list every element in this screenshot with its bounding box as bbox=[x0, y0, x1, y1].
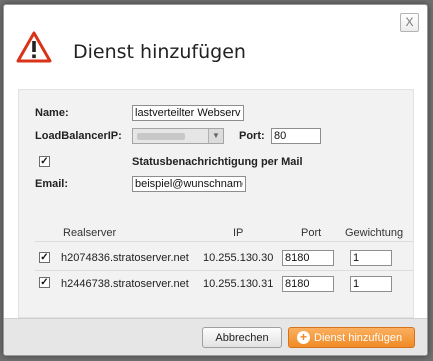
loadbalancer-ip-label: LoadBalancerIP: bbox=[35, 130, 122, 142]
name-input[interactable] bbox=[132, 105, 244, 121]
add-service-button[interactable]: + Dienst hinzufügen bbox=[288, 327, 415, 348]
server-ip: 10.255.130.30 bbox=[203, 252, 274, 264]
name-label: Name: bbox=[35, 107, 69, 119]
close-button[interactable]: X bbox=[400, 13, 419, 32]
loadbalancer-ip-value bbox=[137, 133, 185, 140]
server-port-input[interactable] bbox=[282, 250, 334, 266]
service-form: Name: LoadBalancerIP: ▼ Port: ✓ Statusbe… bbox=[18, 89, 414, 318]
realserver-header: Realserver bbox=[63, 227, 117, 239]
add-service-label: Dienst hinzufügen bbox=[314, 332, 403, 344]
server-name: h2074836.stratoserver.net bbox=[61, 252, 189, 264]
email-label: Email: bbox=[35, 178, 69, 190]
server-weight-input[interactable] bbox=[350, 276, 392, 292]
add-service-dialog: Dienst hinzufügen X Name: LoadBalancerIP… bbox=[3, 4, 428, 356]
chevron-down-icon: ▼ bbox=[208, 129, 223, 143]
dialog-header: Dienst hinzufügen X bbox=[4, 5, 427, 81]
port-label: Port: bbox=[239, 130, 265, 142]
port-header: Port bbox=[301, 227, 322, 239]
server-weight-input[interactable] bbox=[350, 250, 392, 266]
warning-triangle-icon bbox=[16, 31, 52, 63]
server-ip: 10.255.130.31 bbox=[203, 278, 274, 290]
server-name: h2446738.stratoserver.net bbox=[61, 278, 189, 290]
row-checkbox[interactable]: ✓ bbox=[39, 277, 50, 288]
row-divider bbox=[35, 270, 413, 271]
plus-circle-icon: + bbox=[297, 331, 310, 344]
ip-header: IP bbox=[233, 227, 244, 239]
loadbalancer-ip-select[interactable]: ▼ bbox=[132, 128, 224, 144]
table-header-divider bbox=[35, 241, 413, 242]
close-icon: X bbox=[405, 15, 414, 29]
status-notification-checkbox[interactable]: ✓ bbox=[39, 156, 50, 167]
dialog-title: Dienst hinzufügen bbox=[73, 41, 246, 63]
weight-header: Gewichtung bbox=[345, 227, 404, 239]
cancel-button[interactable]: Abbrechen bbox=[202, 327, 282, 348]
status-notification-label: Statusbenachrichtigung per Mail bbox=[132, 156, 303, 168]
email-input[interactable] bbox=[132, 176, 246, 192]
dialog-footer: Abbrechen + Dienst hinzufügen bbox=[4, 318, 427, 355]
port-input[interactable] bbox=[271, 128, 321, 144]
row-checkbox[interactable]: ✓ bbox=[39, 252, 50, 263]
server-port-input[interactable] bbox=[282, 276, 334, 292]
